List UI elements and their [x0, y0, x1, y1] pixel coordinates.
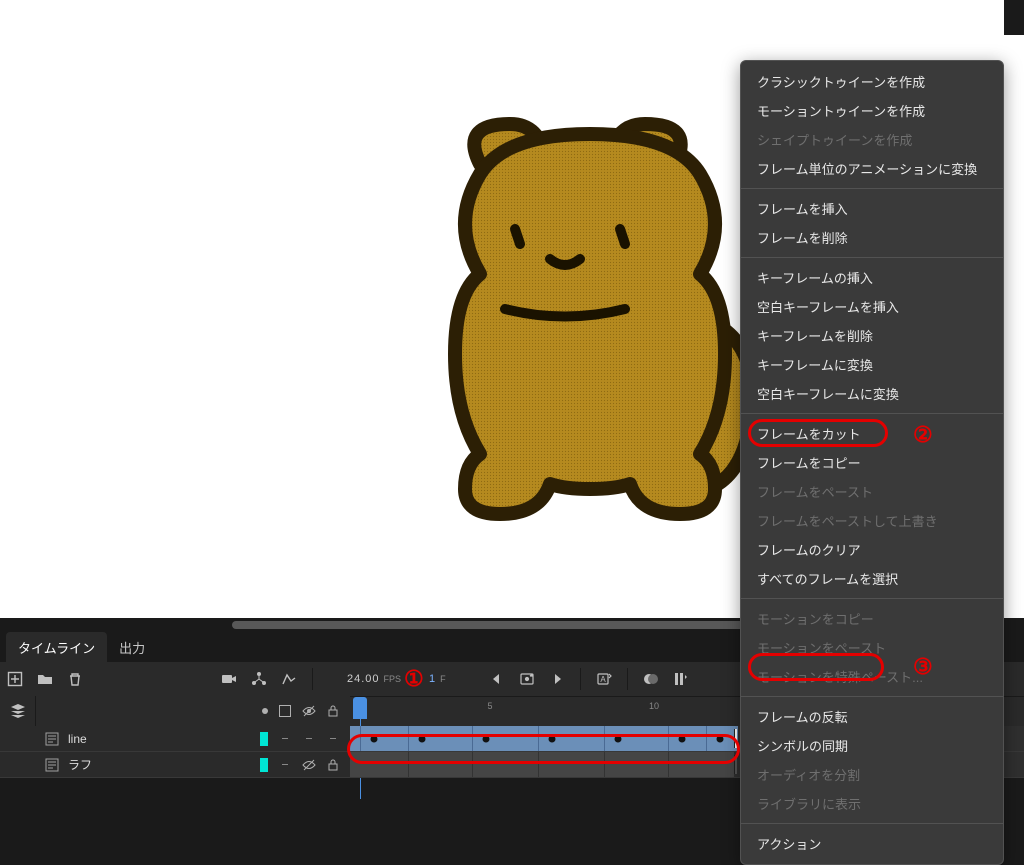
- highlight-column-icon: [262, 708, 268, 714]
- layer-name-label[interactable]: line: [68, 732, 87, 746]
- delete-layer-button[interactable]: [62, 666, 88, 692]
- canvas-topbar-stub: [1004, 0, 1024, 35]
- edit-multiple-frames-button[interactable]: [668, 666, 694, 692]
- prev-keyframe-button[interactable]: [484, 666, 510, 692]
- menu-item: フレームをペースト: [741, 477, 1003, 506]
- add-folder-button[interactable]: [32, 666, 58, 692]
- visibility-column-icon: [302, 704, 316, 718]
- layer-name-label[interactable]: ラフ: [68, 756, 92, 773]
- menu-item[interactable]: キーフレームに変換: [741, 350, 1003, 379]
- menu-item: モーションを特殊ペースト...: [741, 662, 1003, 691]
- menu-item: モーションをペースト: [741, 633, 1003, 662]
- menu-item: モーションをコピー: [741, 604, 1003, 633]
- menu-item[interactable]: モーショントゥイーンを作成: [741, 96, 1003, 125]
- layer-highlight-color[interactable]: [260, 758, 268, 772]
- tab-output[interactable]: 出力: [107, 632, 157, 663]
- menu-item[interactable]: 空白キーフレームを挿入: [741, 292, 1003, 321]
- menu-item[interactable]: フレーム単位のアニメーションに変換: [741, 154, 1003, 183]
- camera-button[interactable]: [216, 666, 242, 692]
- menu-item[interactable]: フレームを削除: [741, 223, 1003, 252]
- keyframe-options-button[interactable]: A: [591, 666, 617, 692]
- menu-item[interactable]: キーフレームを削除: [741, 321, 1003, 350]
- scrollbar-thumb[interactable]: [232, 621, 772, 629]
- stage-artwork-squirrel: [420, 114, 760, 528]
- timeline-context-menu: クラシックトゥイーンを作成モーショントゥイーンを作成シェイプトゥイーンを作成フレ…: [740, 60, 1004, 865]
- layer-visibility-toggle[interactable]: [302, 732, 316, 746]
- layer-outline-toggle[interactable]: [278, 732, 292, 746]
- layer-lock-toggle[interactable]: [326, 732, 340, 746]
- fps-value[interactable]: 24.00: [347, 673, 380, 685]
- menu-item[interactable]: フレームをカット: [741, 419, 1003, 448]
- menu-separator: [741, 598, 1003, 599]
- outline-column-icon: [278, 704, 292, 718]
- menu-item[interactable]: アクション: [741, 829, 1003, 858]
- menu-separator: [741, 188, 1003, 189]
- layer-type-icon: [44, 731, 60, 747]
- menu-item: オーディオを分割: [741, 760, 1003, 789]
- svg-text:A: A: [600, 675, 606, 684]
- menu-separator: [741, 696, 1003, 697]
- insert-keyframe-button[interactable]: [514, 666, 540, 692]
- ruler-mark: 5: [487, 701, 492, 711]
- menu-item[interactable]: シンボルの同期: [741, 731, 1003, 760]
- menu-item[interactable]: フレームを挿入: [741, 194, 1003, 223]
- layer-highlight-color[interactable]: [260, 732, 268, 746]
- layer-lock-toggle[interactable]: [326, 758, 340, 772]
- fps-label: FPS: [384, 674, 402, 684]
- current-frame-number[interactable]: 1: [429, 673, 436, 685]
- menu-separator: [741, 257, 1003, 258]
- layer-depth-button[interactable]: [276, 666, 302, 692]
- layer-outline-toggle[interactable]: [278, 758, 292, 772]
- menu-item[interactable]: フレームの反転: [741, 702, 1003, 731]
- menu-item: フレームをペーストして上書き: [741, 506, 1003, 535]
- ruler-mark: 10: [649, 701, 659, 711]
- menu-item: シェイプトゥイーンを作成: [741, 125, 1003, 154]
- menu-item[interactable]: すべてのフレームを選択: [741, 564, 1003, 593]
- layer-controls-header: [236, 696, 350, 726]
- menu-item[interactable]: フレームのクリア: [741, 535, 1003, 564]
- layer-type-icon: [44, 757, 60, 773]
- menu-item[interactable]: キーフレームの挿入: [741, 263, 1003, 292]
- menu-item[interactable]: フレームをコピー: [741, 448, 1003, 477]
- layer-visibility-toggle[interactable]: [302, 758, 316, 772]
- menu-item: ライブラリに表示: [741, 789, 1003, 818]
- menu-item[interactable]: クラシックトゥイーンを作成: [741, 67, 1003, 96]
- menu-separator: [741, 413, 1003, 414]
- menu-separator: [741, 823, 1003, 824]
- next-keyframe-button[interactable]: [544, 666, 570, 692]
- layers-view-icon[interactable]: [0, 696, 36, 726]
- tab-timeline[interactable]: タイムライン: [6, 632, 107, 663]
- layer-parenting-button[interactable]: [246, 666, 272, 692]
- add-layer-button[interactable]: [2, 666, 28, 692]
- lock-column-icon: [326, 704, 340, 718]
- onion-skin-button[interactable]: [638, 666, 664, 692]
- frame-label: F: [440, 674, 446, 684]
- menu-item[interactable]: 空白キーフレームに変換: [741, 379, 1003, 408]
- playhead[interactable]: [360, 697, 367, 719]
